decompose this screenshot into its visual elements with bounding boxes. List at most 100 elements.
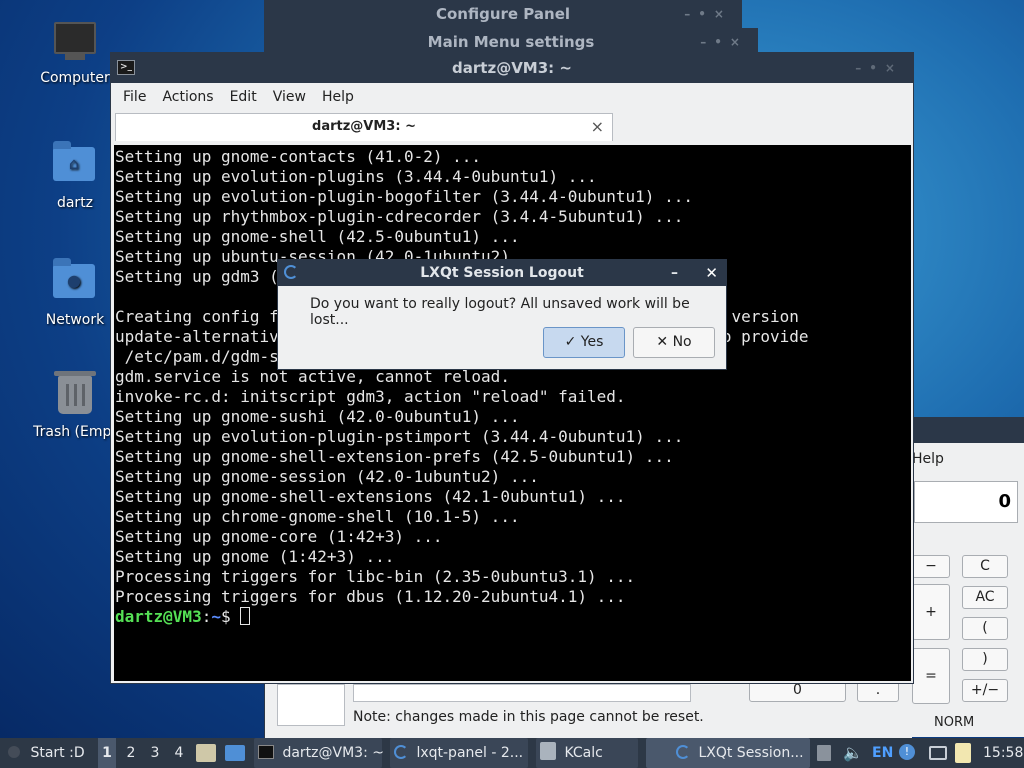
close-tab-icon[interactable]: × (591, 114, 604, 140)
dialog-titlebar[interactable]: LXQt Session Logout – ✕ (278, 260, 726, 286)
lxqt-icon (394, 745, 408, 759)
console-line: Setting up gnome-shell-extension-prefs (… (115, 447, 674, 466)
trash-icon (53, 371, 97, 420)
kcalc-lparen-button[interactable]: ( (962, 617, 1008, 640)
clock[interactable]: 15:58 (983, 738, 1023, 768)
note-text: Note: changes made in this page cannot b… (353, 709, 704, 725)
console-output: Setting up gnome-contacts (41.0-2) ... Se… (115, 147, 911, 607)
prompt-symbol: $ (220, 607, 241, 626)
console-line: Setting up evolution-plugins (3.44.4-0ub… (115, 167, 597, 186)
window-title: Configure Panel (435, 5, 571, 23)
prompt-path: ~ (211, 607, 221, 626)
kcalc-display-value: 0 (998, 491, 1011, 512)
kcalc-clear-button[interactable]: C (962, 555, 1008, 578)
task-terminal[interactable]: dartz@VM3: ~ (254, 738, 384, 768)
volume-icon[interactable]: 🔈 (843, 738, 863, 768)
task-lxqt-panel[interactable]: lxqt-panel - 2... (390, 738, 528, 768)
desktop-switch-4[interactable]: 4 (172, 738, 186, 768)
console-line: Setting up gnome-core (1:42+3) ... (115, 527, 443, 546)
configure-panel-body: Note: changes made in this page cannot b… (264, 682, 729, 738)
desktop-icon-label: Computer (40, 70, 110, 86)
notification-icon[interactable]: ! (899, 744, 915, 760)
home-folder-icon: ⌂ (53, 141, 97, 191)
kcalc-plus-button[interactable]: + (912, 584, 950, 640)
menu-view[interactable]: View (265, 89, 314, 105)
window-controls[interactable]: –•× (855, 53, 903, 83)
console-line: Setting up gnome-session (42.0-1ubuntu2)… (115, 467, 539, 486)
preview-box (277, 684, 345, 726)
console-line: Setting up gnome-contacts (41.0-2) ... (115, 147, 482, 166)
start-icon (8, 746, 20, 758)
check-icon: ✓ (564, 334, 577, 350)
kcalc-equals-button[interactable]: = (912, 648, 950, 704)
task-kcalc[interactable]: KCalc (536, 738, 638, 768)
kcalc-display: 0 (914, 481, 1018, 523)
task-lxqt-session[interactable]: LXQt Session... (646, 738, 810, 768)
kcalc-mode-indicator: NORM (934, 715, 975, 730)
main-menu-settings-titlebar[interactable]: Main Menu settings –•× (264, 28, 758, 54)
task-label: lxqt-panel - 2... (416, 745, 524, 761)
kcalc-window: Help 0 − C + AC ( = ) +/− NORM (912, 417, 1024, 737)
terminal-tabbar: dartz@VM3: ~ × (111, 111, 913, 141)
console-line: Setting up gnome (1:42+3) ... (115, 547, 395, 566)
console-line: Setting up gnome-sushi (42.0-0ubuntu1) .… (115, 407, 520, 426)
removable-media-icon[interactable] (817, 745, 831, 761)
window-title: dartz@VM3: ~ (452, 59, 572, 77)
kcalc-rparen-button[interactable]: ) (962, 648, 1008, 671)
desktop-icon-network[interactable]: ● Network (27, 258, 123, 328)
keyboard-layout-indicator[interactable]: EN (872, 738, 893, 768)
console-line: invoke-rc.d: initscript gdm3, action "re… (115, 387, 626, 406)
menu-help[interactable]: Help (314, 89, 362, 105)
console-line: Setting up gnome-shell-extensions (42.1-… (115, 487, 626, 506)
menu-edit[interactable]: Edit (222, 89, 265, 105)
desktop-icon-label: Network (45, 312, 105, 328)
prompt-separator: : (201, 607, 212, 626)
prompt-user: dartz@VM3 (115, 607, 202, 626)
no-button[interactable]: ✕ No (633, 327, 715, 358)
desktop-icon-trash[interactable]: Trash (Empt (27, 371, 123, 440)
kcalc-allclear-button[interactable]: AC (962, 586, 1008, 609)
menu-file[interactable]: File (115, 89, 154, 105)
minimize-icon[interactable]: – (671, 260, 678, 286)
desktop-icon-home[interactable]: ⌂ dartz (27, 141, 123, 211)
kcalc-titlebar[interactable] (912, 417, 1024, 443)
cross-icon: ✕ (656, 334, 669, 350)
desktop-icon-computer[interactable]: Computer (27, 22, 123, 86)
lxqt-icon (676, 745, 690, 759)
kcalc-minus-button[interactable]: − (912, 555, 950, 578)
text-cursor (240, 607, 251, 625)
no-button-label: No (672, 334, 692, 350)
terminal-tab[interactable]: dartz@VM3: ~ × (115, 113, 613, 141)
task-label: dartz@VM3: ~ (282, 745, 384, 761)
prompt-line: dartz@VM3:~$ (115, 607, 911, 627)
dialog-message: Do you want to really logout? All unsave… (310, 296, 690, 328)
network-folder-icon: ● (53, 258, 97, 308)
desktop-switch-2[interactable]: 2 (124, 738, 138, 768)
console-line: gdm.service is not active, cannot reload… (115, 367, 510, 386)
clipboard-icon[interactable] (955, 743, 971, 763)
lxqt-icon (284, 265, 298, 279)
console-line: Processing triggers for dbus (1.12.20-2u… (115, 587, 626, 606)
close-icon[interactable]: ✕ (705, 260, 718, 286)
desktop-icon-label: Trash (Empt (33, 424, 117, 440)
kcalc-plusminus-button[interactable]: +/− (962, 679, 1008, 702)
yes-button[interactable]: ✓ Yes (543, 327, 625, 358)
desktop-switch-1[interactable]: 1 (98, 738, 116, 768)
terminal-console[interactable]: Setting up gnome-contacts (41.0-2) ... Se… (114, 145, 911, 681)
menu-actions[interactable]: Actions (154, 89, 221, 105)
settings-input[interactable] (353, 684, 691, 702)
start-button[interactable]: Start :D (8, 738, 85, 768)
console-line: Setting up rhythmbox-plugin-cdrecorder (… (115, 207, 684, 226)
terminal-titlebar[interactable]: >_ dartz@VM3: ~ –•× (111, 53, 913, 83)
desktop-icon-label: dartz (56, 195, 94, 211)
network-icon[interactable] (929, 746, 947, 760)
file-manager-launcher-icon[interactable] (196, 744, 216, 762)
show-desktop-icon[interactable] (225, 745, 245, 761)
window-controls[interactable]: –•× (684, 0, 732, 28)
configure-panel-titlebar[interactable]: Configure Panel –•× (264, 0, 742, 30)
console-line: Setting up chrome-gnome-shell (10.1-5) .… (115, 507, 520, 526)
terminal-icon: >_ (117, 60, 135, 75)
task-label: LXQt Session... (698, 745, 804, 761)
kcalc-menu-help[interactable]: Help (912, 451, 944, 467)
desktop-switch-3[interactable]: 3 (148, 738, 162, 768)
